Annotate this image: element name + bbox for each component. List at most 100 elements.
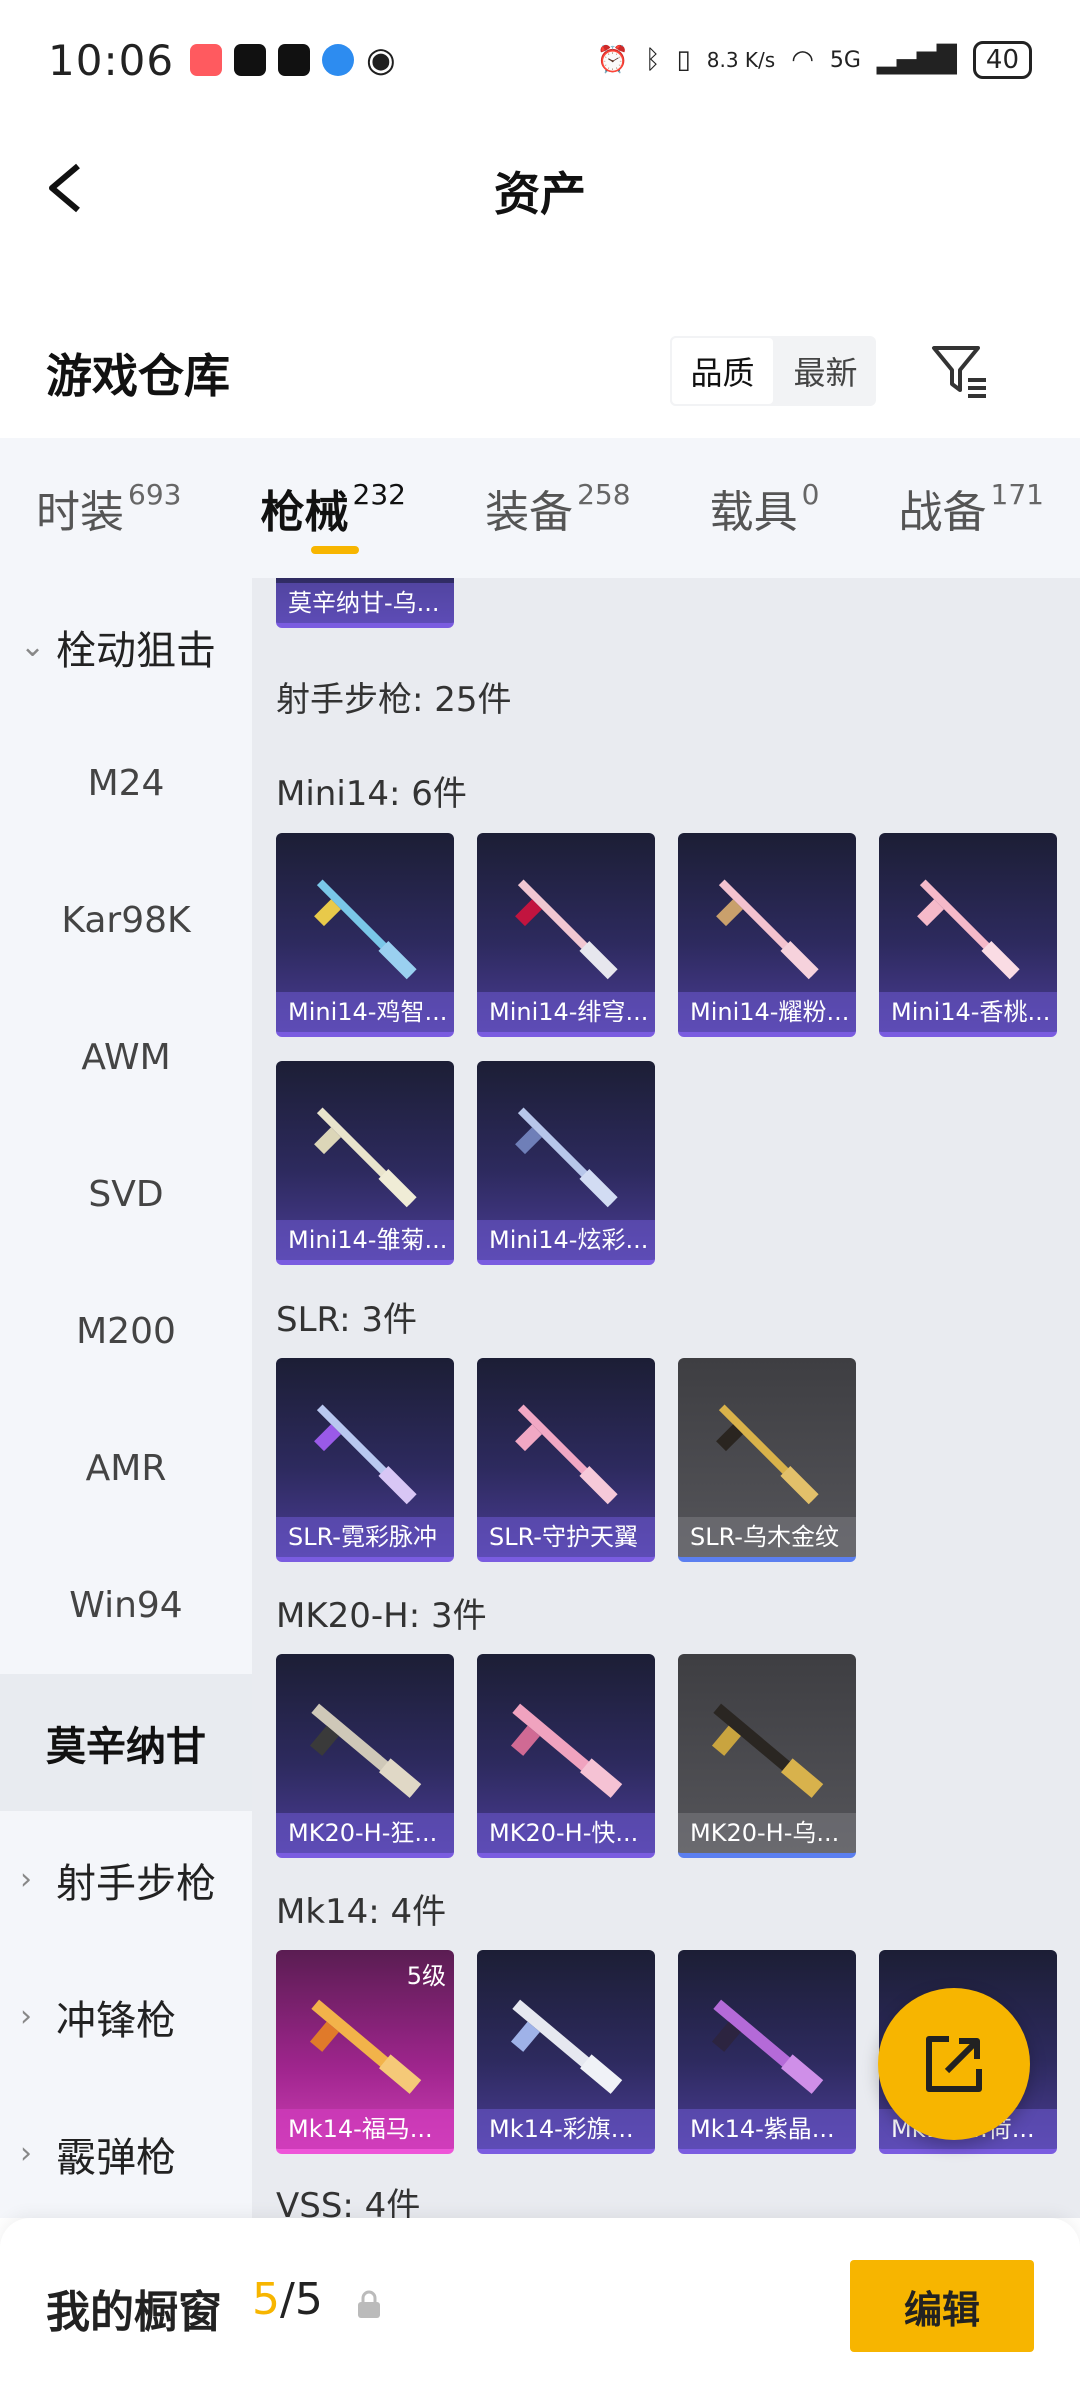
weapon-card-label: Mk14-彩旗...	[477, 2109, 655, 2149]
sidebar-item-label: 栓动狙击	[56, 627, 216, 674]
sort-latest-button[interactable]: 最新	[775, 336, 876, 406]
sidebar-item-smg[interactable]: › 冲锋枪	[0, 1948, 252, 2085]
section-title: MK20-H: 3件	[276, 1596, 487, 1636]
sidebar-item-label: Win94	[69, 1585, 183, 1626]
share-button[interactable]	[878, 1988, 1030, 2140]
sidebar-item-label: 莫辛纳甘	[46, 1723, 206, 1770]
sidebar-item-svd[interactable]: SVD	[0, 1126, 252, 1263]
tab-combat-gear[interactable]: 战备 171	[899, 438, 1044, 578]
lock-icon	[358, 2290, 380, 2318]
weapon-card-label: Mini14-炫彩...	[477, 1220, 655, 1260]
weapon-card-label: Mini14-绯穹...	[477, 992, 655, 1032]
weapon-card-label: MK20-H-乌...	[678, 1813, 856, 1853]
weapon-card[interactable]: Mini14-炫彩...	[477, 1061, 655, 1265]
chevron-down-icon: ⌄	[20, 629, 46, 664]
sidebar-item-awm[interactable]: AWM	[0, 989, 252, 1126]
battery-icon: 40	[972, 41, 1032, 79]
weapon-card-label: Mk14-紫晶...	[678, 2109, 856, 2149]
sidebar-item-label: M200	[76, 1311, 176, 1352]
weapon-card[interactable]: MK20-H-乌...	[678, 1654, 856, 1858]
rifle-icon	[309, 1999, 422, 2094]
weapon-card[interactable]: Mini14-雏菊...	[276, 1061, 454, 1265]
rifle-icon	[515, 879, 618, 980]
rifle-icon	[314, 1107, 417, 1208]
tab-firearms[interactable]: 枪械 232	[261, 438, 406, 578]
showcase-label: 我的橱窗	[46, 2287, 222, 2338]
tab-count: 258	[577, 478, 631, 511]
status-right: ⏰ ᛒ ▯ 8.3 K/s ◠ 5G ▂▄▆█ 40	[596, 41, 1032, 79]
tab-count: 232	[352, 478, 406, 511]
chevron-right-icon: ›	[20, 2136, 32, 2171]
rifle-icon	[515, 1404, 618, 1505]
page-title: 资产	[494, 167, 586, 221]
filter-icon[interactable]	[928, 338, 992, 402]
alarm-icon: ⏰	[596, 45, 629, 75]
rifle-icon	[309, 1703, 422, 1798]
sort-quality-button[interactable]: 品质	[670, 336, 775, 406]
net-speed: 8.3 K/s	[706, 48, 776, 72]
weapon-card-label: Mini14-鸡智...	[276, 992, 454, 1032]
wifi-icon: ◠	[791, 45, 814, 75]
section-title: Mk14: 4件	[276, 1892, 447, 1932]
weapon-card[interactable]: SLR-乌木金纹	[678, 1358, 856, 1562]
rifle-icon	[917, 879, 1020, 980]
weapon-card-label: Mk14-福马...	[276, 2109, 454, 2149]
sidebar-item-kar98k[interactable]: Kar98K	[0, 852, 252, 989]
rifle-icon	[510, 1703, 623, 1798]
sidebar-item-mosin-nagant[interactable]: 莫辛纳甘	[0, 1674, 252, 1811]
weapon-card-label: SLR-乌木金纹	[678, 1517, 856, 1557]
sidebar-item-shotgun[interactable]: › 霰弹枪	[0, 2085, 252, 2222]
rifle-icon	[716, 1404, 819, 1505]
weapon-card[interactable]: Mini14-香桃...	[879, 833, 1057, 1037]
tiktok-icon	[278, 44, 311, 76]
showcase-separator: /	[280, 2274, 295, 2325]
weapon-card[interactable]: MK20-H-狂...	[276, 1654, 454, 1858]
rifle-icon	[314, 879, 417, 980]
title-bar: 资产	[0, 120, 1080, 255]
showcase-total: 5	[294, 2274, 323, 2325]
weapon-card-label: MK20-H-狂...	[276, 1813, 454, 1853]
sidebar-item-label: AMR	[85, 1448, 167, 1489]
sidebar-item-label: M24	[87, 763, 165, 804]
weapon-card[interactable]: Mini14-绯穹...	[477, 833, 655, 1037]
weapon-card-label: 莫辛纳甘-乌...	[276, 583, 454, 623]
rifle-icon	[515, 1107, 618, 1208]
tab-equipment[interactable]: 装备 258	[485, 438, 630, 578]
rifle-icon	[711, 1999, 824, 2094]
signal-icon: ▂▄▆█	[876, 45, 957, 75]
section-title: SLR: 3件	[276, 1300, 417, 1340]
sidebar-item-m200[interactable]: M200	[0, 1263, 252, 1400]
weapon-card[interactable]: Mk14-紫晶...	[678, 1950, 856, 2154]
tab-count: 171	[990, 478, 1044, 511]
weapon-card[interactable]: Mk14-彩旗...	[477, 1950, 655, 2154]
weapon-card[interactable]: 莫辛纳甘-乌...	[276, 578, 454, 628]
weapon-card[interactable]: Mini14-耀粉...	[678, 833, 856, 1037]
tab-label: 时装	[36, 487, 124, 538]
share-icon	[926, 2036, 982, 2092]
sidebar-item-m24[interactable]: M24	[0, 715, 252, 852]
sidebar-item-bolt-action-sniper[interactable]: ⌄ 栓动狙击	[0, 578, 252, 715]
showcase-count: 5/5	[252, 2274, 323, 2325]
weapon-card[interactable]: 5级 Mk14-福马...	[276, 1950, 454, 2154]
weapon-card[interactable]: SLR-守护天翼	[477, 1358, 655, 1562]
weapon-card[interactable]: Mini14-鸡智...	[276, 833, 454, 1037]
sidebar-item-label: AWM	[81, 1037, 171, 1078]
tab-vehicles[interactable]: 载具 0	[710, 438, 820, 578]
app-notification-icon	[234, 44, 267, 76]
section-title: Mini14: 6件	[276, 774, 467, 814]
weapon-card[interactable]: MK20-H-快...	[477, 1654, 655, 1858]
weapon-card[interactable]: SLR-霓彩脉冲	[276, 1358, 454, 1562]
weapon-card-label: SLR-霓彩脉冲	[276, 1517, 454, 1557]
category-tabs: 时装 693 枪械 232 装备 258 载具 0 战备 171	[0, 438, 1080, 578]
sidebar-item-amr[interactable]: AMR	[0, 1400, 252, 1537]
edit-button[interactable]: 编辑	[850, 2260, 1034, 2352]
tab-fashion[interactable]: 时装 693	[36, 438, 181, 578]
weapon-card-label: Mini14-雏菊...	[276, 1220, 454, 1260]
rifle-icon	[314, 1404, 417, 1505]
tab-label: 枪械	[260, 487, 349, 538]
chevron-right-icon: ›	[20, 1999, 32, 2034]
rifle-icon	[711, 1703, 824, 1798]
sidebar-item-win94[interactable]: Win94	[0, 1537, 252, 1674]
rifle-icon	[716, 879, 819, 980]
sidebar-item-marksman-rifle[interactable]: › 射手步枪	[0, 1811, 252, 1948]
